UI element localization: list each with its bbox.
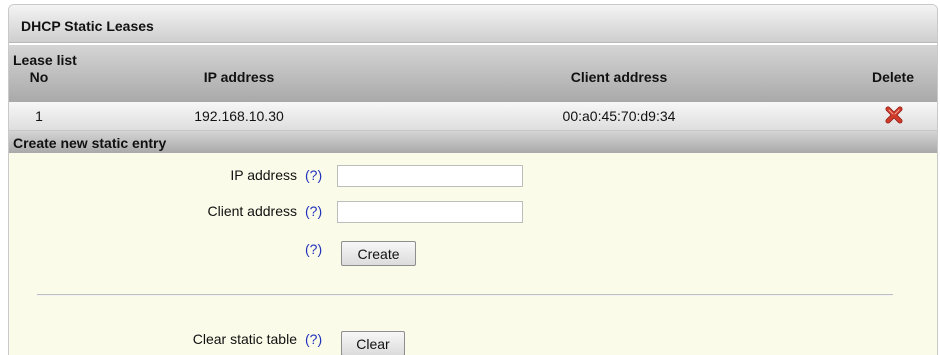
cell-ip-address: 192.168.10.30 — [194, 108, 284, 124]
create-help-link[interactable]: (?) — [305, 241, 322, 257]
ip-address-help-link[interactable]: (?) — [305, 167, 322, 183]
divider — [37, 294, 893, 296]
delete-icon[interactable] — [885, 106, 903, 124]
column-header-no: No — [29, 69, 49, 85]
clear-table-help-link[interactable]: (?) — [305, 331, 322, 347]
column-header-client-address: Client address — [570, 69, 668, 85]
clear-table-label: Clear static table — [192, 331, 297, 347]
cell-no: 1 — [35, 108, 43, 124]
ip-address-label: IP address — [230, 167, 297, 183]
lease-list-title: Lease list — [13, 52, 77, 68]
client-address-label: Client address — [207, 203, 298, 219]
clear-button[interactable]: Clear — [341, 331, 405, 355]
create-form: IP address (?) Client address (?) (?) Cr… — [9, 153, 937, 355]
panel-title: DHCP Static Leases — [9, 5, 937, 43]
client-address-input[interactable] — [337, 201, 523, 223]
column-header-delete: Delete — [871, 69, 915, 85]
create-entry-title: Create new static entry — [9, 131, 937, 153]
client-address-help-link[interactable]: (?) — [305, 203, 322, 219]
lease-list-header: Lease list No IP address Client address … — [9, 45, 937, 102]
cell-client-address: 00:a0:45:70:d9:34 — [562, 108, 676, 124]
table-row: 1 192.168.10.30 00:a0:45:70:d9:34 — [9, 102, 937, 131]
dhcp-static-leases-panel: DHCP Static Leases Lease list No IP addr… — [8, 4, 938, 355]
ip-address-input[interactable] — [337, 165, 523, 187]
create-button[interactable]: Create — [341, 241, 416, 266]
column-header-ip-address: IP address — [203, 69, 275, 85]
